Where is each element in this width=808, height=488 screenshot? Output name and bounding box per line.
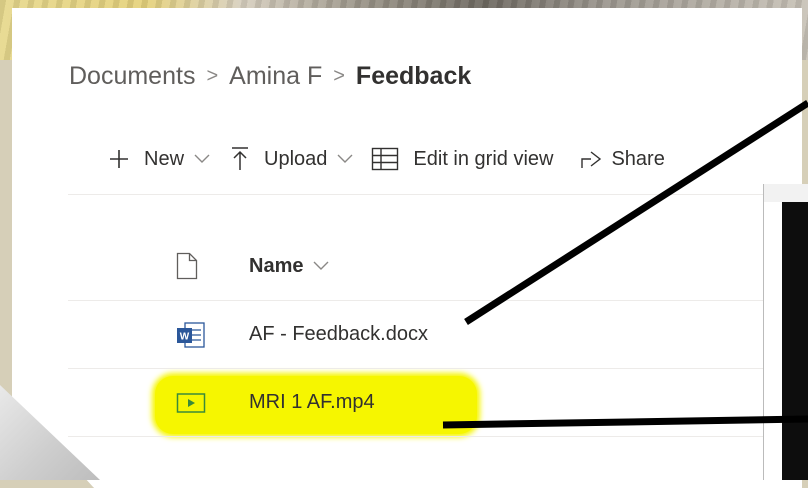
file-type-column-icon[interactable]	[176, 252, 198, 280]
video-window-titlebar	[764, 184, 808, 202]
file-row[interactable]: MRI 1 AF.mp4	[68, 369, 768, 437]
upload-label: Upload	[264, 147, 328, 170]
file-list: Name W AF - Feedback.docx MRI 1 AF.mp4	[68, 232, 768, 437]
share-button[interactable]: Share	[579, 147, 665, 171]
plus-icon	[108, 148, 130, 170]
video-preview-panel	[763, 184, 808, 480]
command-bar: New Upload Edit in grid view Share	[108, 142, 665, 176]
share-icon	[579, 148, 605, 170]
chevron-down-icon	[337, 154, 353, 164]
name-column-label: Name	[249, 254, 304, 277]
breadcrumb: Documents > Amina F > Feedback	[69, 58, 471, 94]
breadcrumb-current-feedback: Feedback	[355, 61, 472, 90]
breadcrumb-documents[interactable]: Documents	[69, 62, 195, 91]
file-name[interactable]: MRI 1 AF.mp4	[249, 391, 375, 414]
grid-view-icon	[371, 147, 399, 171]
edit-in-grid-view-button[interactable]: Edit in grid view	[371, 147, 553, 171]
list-header-row: Name	[68, 232, 768, 301]
file-row[interactable]: W AF - Feedback.docx	[68, 301, 768, 369]
upload-button[interactable]: Upload	[230, 146, 353, 172]
share-label: Share	[611, 147, 665, 170]
svg-text:W: W	[180, 331, 190, 342]
new-button[interactable]: New	[108, 148, 210, 171]
toolbar-divider	[68, 194, 768, 195]
breadcrumb-separator: >	[333, 64, 345, 87]
chevron-down-icon	[313, 261, 329, 271]
word-doc-icon: W	[176, 321, 206, 349]
file-name[interactable]: AF - Feedback.docx	[249, 323, 428, 346]
new-label: New	[144, 147, 185, 170]
video-file-icon	[176, 392, 206, 414]
name-column-header[interactable]: Name	[249, 255, 329, 278]
video-screen[interactable]	[782, 202, 808, 480]
edit-grid-label: Edit in grid view	[413, 147, 554, 170]
breadcrumb-amina-f[interactable]: Amina F	[229, 62, 322, 91]
chevron-down-icon	[194, 154, 210, 164]
breadcrumb-separator: >	[206, 64, 219, 87]
upload-icon	[230, 146, 250, 172]
